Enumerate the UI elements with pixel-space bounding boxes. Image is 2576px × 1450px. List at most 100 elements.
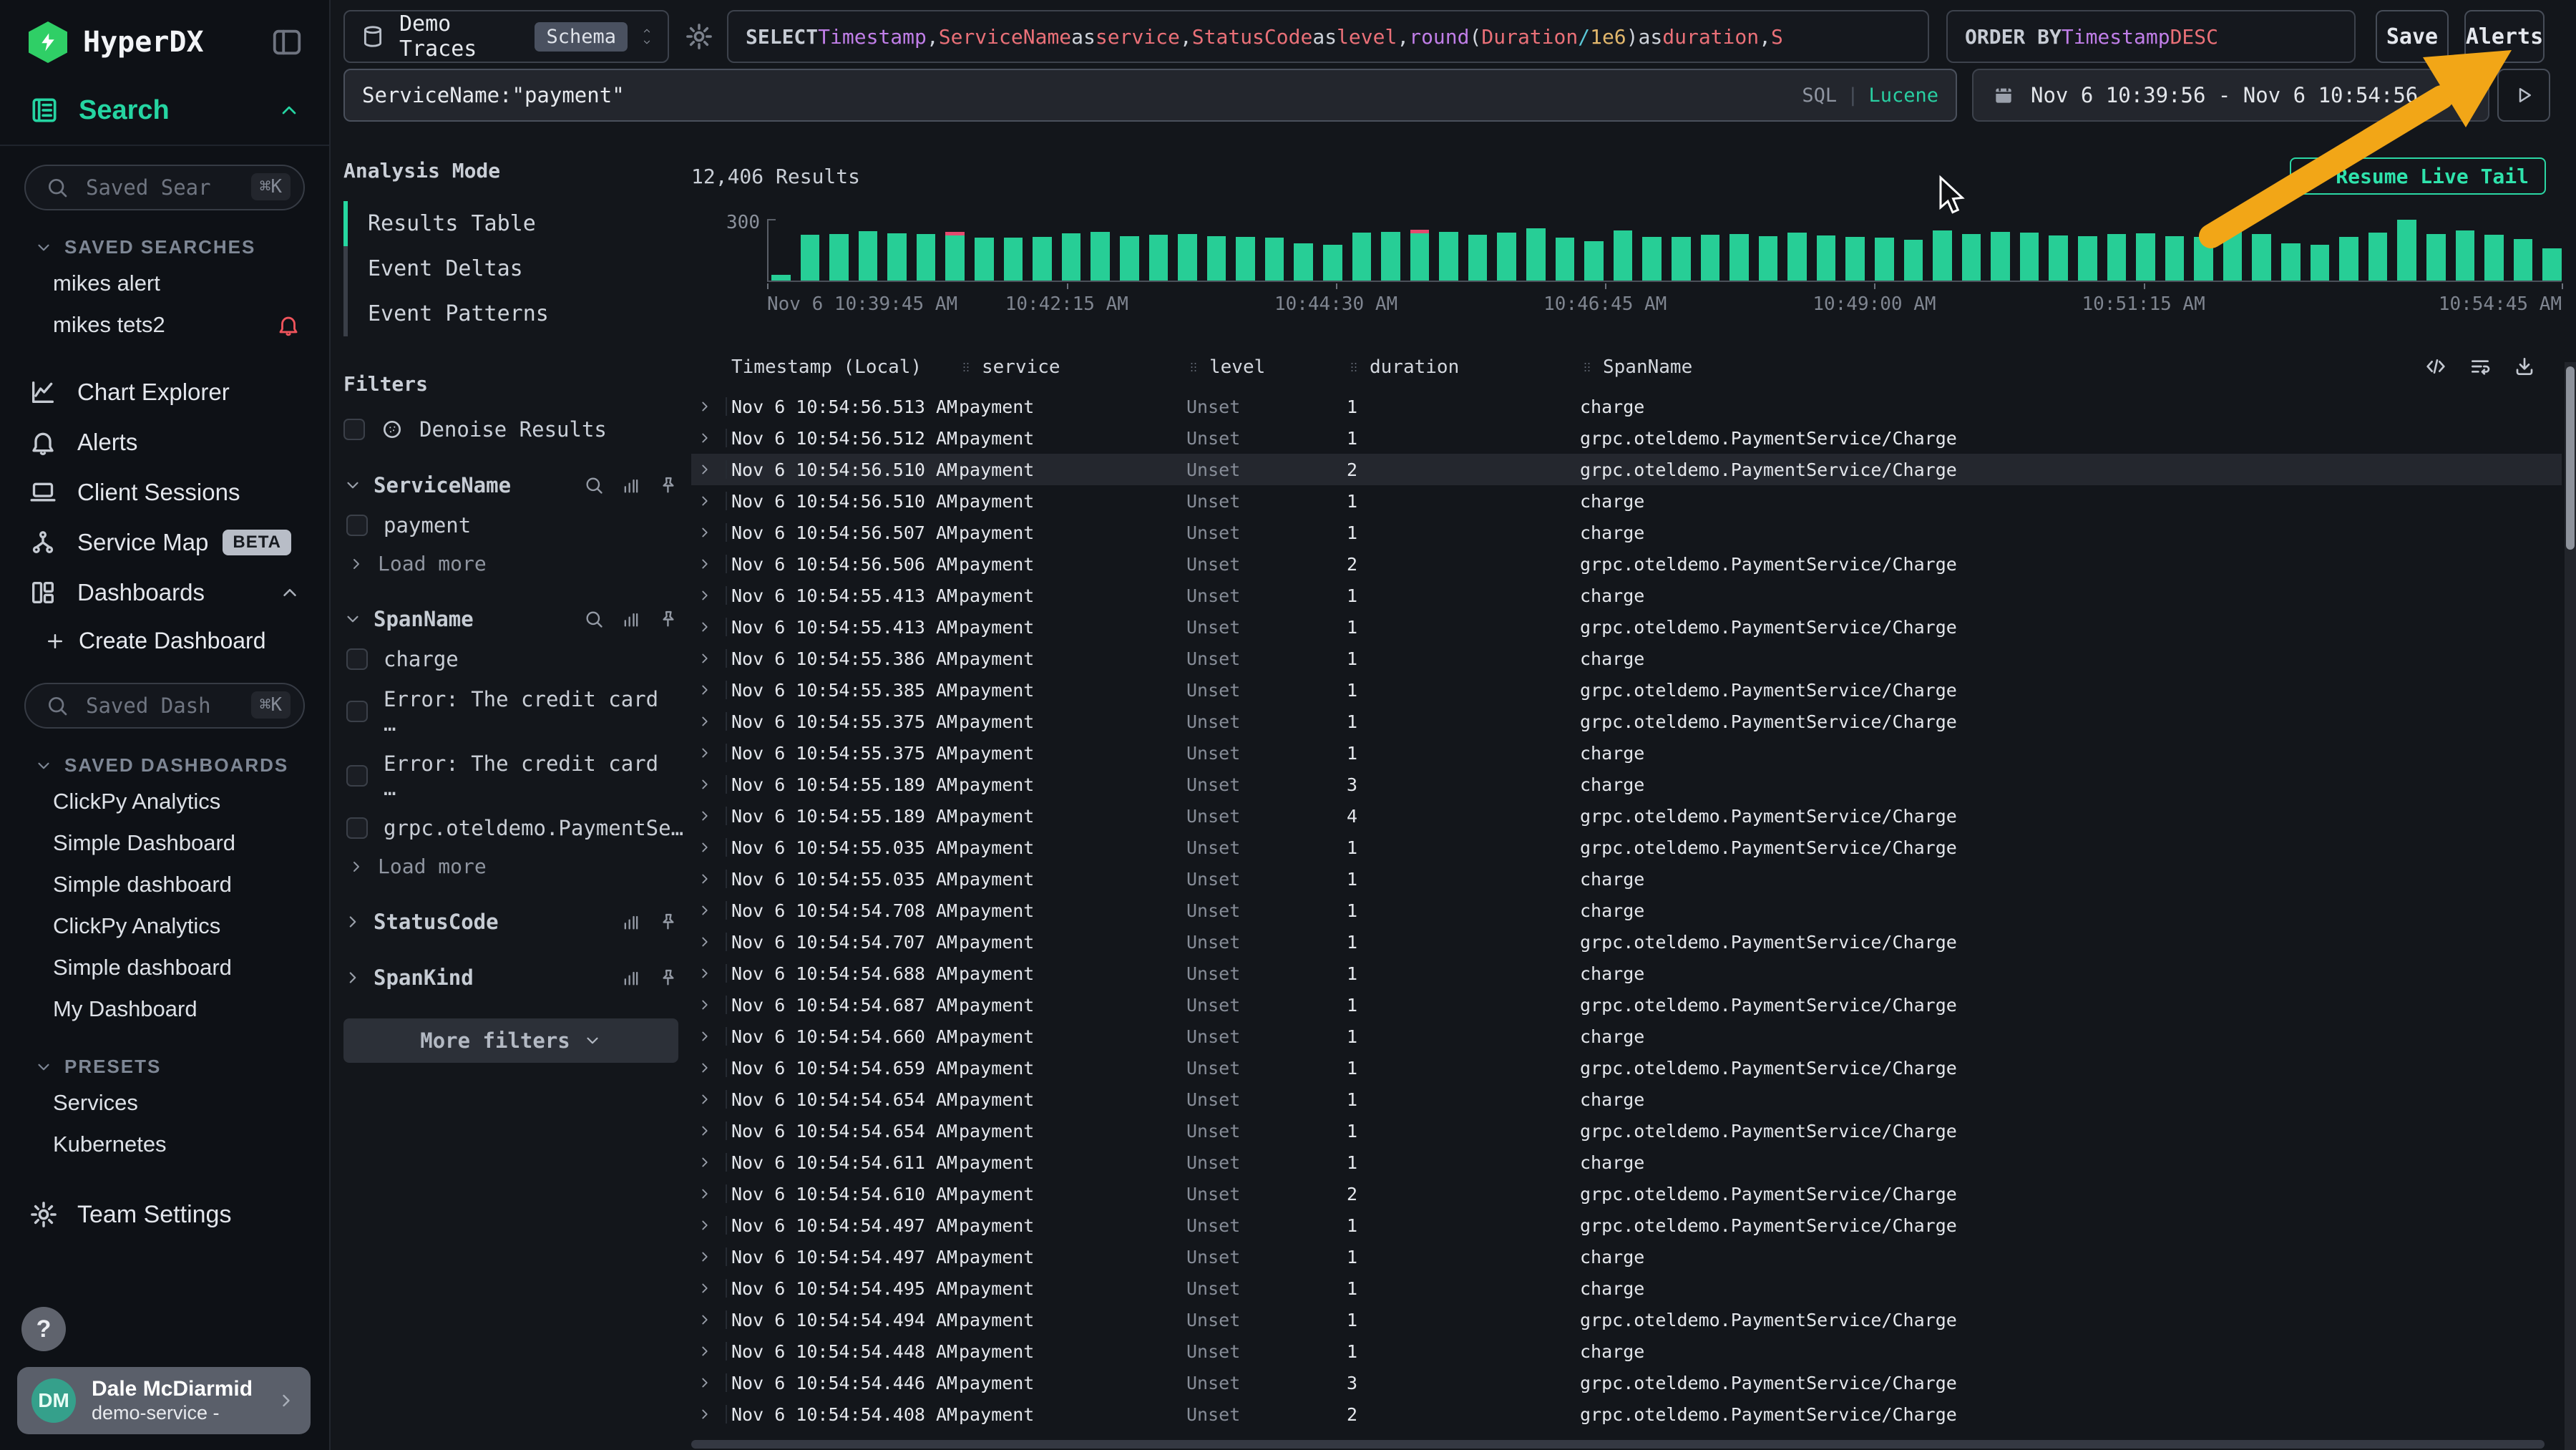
sidebar-item-search[interactable]: Search xyxy=(0,82,329,146)
row-expander[interactable] xyxy=(691,485,731,517)
order-by-editor[interactable]: ORDER BY Timestamp DESC xyxy=(1946,10,2356,63)
histogram-bar[interactable] xyxy=(1004,238,1023,281)
histogram-bar[interactable] xyxy=(1701,235,1720,281)
row-expander[interactable] xyxy=(691,1021,731,1052)
table-row[interactable]: Nov 6 10:54:54.408 AMpaymentUnset2grpc.o… xyxy=(691,1398,2562,1430)
table-row[interactable]: Nov 6 10:54:54.610 AMpaymentUnset2grpc.o… xyxy=(691,1178,2562,1210)
histogram-bar[interactable] xyxy=(1236,237,1255,281)
histogram-bar[interactable] xyxy=(2514,239,2533,281)
alerts-button[interactable]: Alerts xyxy=(2464,10,2545,63)
saved-searches-section[interactable]: SAVED SEARCHES xyxy=(34,236,329,258)
language-toggle[interactable]: SQL | Lucene xyxy=(1802,84,1938,107)
histogram-bar[interactable] xyxy=(1787,233,1807,281)
histogram-bar[interactable] xyxy=(1381,232,1400,281)
histogram-bar[interactable] xyxy=(1178,234,1197,281)
sql-select-editor[interactable]: SELECT Timestamp, ServiceName as service… xyxy=(727,10,1929,63)
filter-checkbox-item[interactable]: payment xyxy=(346,513,678,537)
sidebar-item-client-sessions[interactable]: Client Sessions xyxy=(0,467,329,517)
saved-dashboard-item[interactable]: ClickPy Analytics xyxy=(0,781,329,822)
table-row[interactable]: Nov 6 10:54:54.654 AMpaymentUnset1grpc.o… xyxy=(691,1115,2562,1147)
lang-lucene[interactable]: Lucene xyxy=(1868,84,1938,107)
table-row[interactable]: Nov 6 10:54:56.512 AMpaymentUnset1grpc.o… xyxy=(691,422,2562,454)
row-expander[interactable] xyxy=(691,863,731,895)
sidebar-item-service-map[interactable]: Service MapBETA xyxy=(0,517,329,568)
table-row[interactable]: Nov 6 10:54:55.035 AMpaymentUnset1charge xyxy=(691,863,2562,895)
row-expander[interactable] xyxy=(691,422,731,454)
histogram-bar[interactable] xyxy=(945,232,965,281)
load-more-button[interactable]: Load more xyxy=(348,552,678,575)
saved-search-item[interactable]: mikes alert xyxy=(0,263,329,304)
table-row[interactable]: Nov 6 10:54:55.385 AMpaymentUnset1grpc.o… xyxy=(691,674,2562,706)
histogram-bar[interactable] xyxy=(1962,234,1981,281)
checkbox[interactable] xyxy=(346,515,368,536)
histogram-bar[interactable] xyxy=(1265,238,1284,281)
table-row[interactable]: Nov 6 10:54:56.510 AMpaymentUnset1charge xyxy=(691,485,2562,517)
sidebar-item-alerts[interactable]: Alerts xyxy=(0,417,329,467)
row-expander[interactable] xyxy=(691,611,731,643)
run-query-button[interactable] xyxy=(2497,69,2550,122)
histogram-bar[interactable] xyxy=(1759,236,1778,281)
histogram-bar[interactable] xyxy=(2078,236,2097,281)
row-expander[interactable] xyxy=(691,454,731,485)
denoise-checkbox[interactable] xyxy=(343,419,365,440)
histogram-bar[interactable] xyxy=(1033,237,1052,281)
collapse-panel-icon[interactable] xyxy=(270,26,303,59)
histogram-bar[interactable] xyxy=(1904,240,1923,281)
row-expander[interactable] xyxy=(691,1335,731,1367)
filter-checkbox-item[interactable]: grpc.oteldemo.PaymentSe… xyxy=(346,816,678,840)
presets-section[interactable]: PRESETS xyxy=(34,1056,329,1078)
histogram-bar[interactable] xyxy=(2165,236,2185,281)
table-row[interactable]: Nov 6 10:54:55.413 AMpaymentUnset1grpc.o… xyxy=(691,611,2562,643)
histogram-bar[interactable] xyxy=(917,234,936,281)
row-expander[interactable] xyxy=(691,580,731,611)
table-row[interactable]: Nov 6 10:54:55.189 AMpaymentUnset3charge xyxy=(691,769,2562,800)
row-expander[interactable] xyxy=(691,832,731,863)
denoise-results-toggle[interactable]: Denoise Results xyxy=(343,417,678,442)
vertical-scrollbar[interactable] xyxy=(2565,362,2576,1450)
histogram-bar[interactable] xyxy=(2484,235,2504,281)
histogram-bar[interactable] xyxy=(1497,233,1516,281)
filter-group-header[interactable]: SpanKind xyxy=(343,965,678,990)
histogram-bar[interactable] xyxy=(1933,230,1952,281)
histogram-bar[interactable] xyxy=(1294,243,1313,281)
row-expander[interactable] xyxy=(691,895,731,926)
saved-dashboard-item[interactable]: Simple dashboard xyxy=(0,947,329,988)
table-row[interactable]: Nov 6 10:54:54.660 AMpaymentUnset1charge xyxy=(691,1021,2562,1052)
histogram-bar[interactable] xyxy=(2426,234,2446,281)
filter-group-header[interactable]: ServiceName xyxy=(343,473,678,497)
column-header[interactable]: duration xyxy=(1347,356,1580,378)
table-row[interactable]: Nov 6 10:54:54.707 AMpaymentUnset1grpc.o… xyxy=(691,926,2562,958)
saved-dashboard-item[interactable]: Simple dashboard xyxy=(0,864,329,905)
table-row[interactable]: Nov 6 10:54:55.375 AMpaymentUnset1grpc.o… xyxy=(691,706,2562,737)
scrollbar-thumb[interactable] xyxy=(2566,366,2575,550)
row-expander[interactable] xyxy=(691,517,731,548)
table-row[interactable]: Nov 6 10:54:54.659 AMpaymentUnset1grpc.o… xyxy=(691,1052,2562,1084)
row-expander[interactable] xyxy=(691,643,731,674)
row-expander[interactable] xyxy=(691,1052,731,1084)
histogram-bar[interactable] xyxy=(801,235,820,281)
chevron-up-icon[interactable] xyxy=(278,99,301,122)
filter-group-header[interactable]: SpanName xyxy=(343,607,678,631)
checkbox[interactable] xyxy=(346,648,368,670)
more-filters-button[interactable]: More filters xyxy=(343,1018,678,1063)
column-header[interactable]: level xyxy=(1186,356,1347,378)
table-row[interactable]: Nov 6 10:54:55.035 AMpaymentUnset1grpc.o… xyxy=(691,832,2562,863)
filter-checkbox-item[interactable]: charge xyxy=(346,647,678,671)
histogram-bar[interactable] xyxy=(1526,228,1546,281)
histogram-bar[interactable] xyxy=(1817,235,1836,281)
histogram-bar[interactable] xyxy=(1439,232,1458,281)
histogram-bar[interactable] xyxy=(1991,232,2010,281)
histogram-bar[interactable] xyxy=(2339,237,2358,281)
table-row[interactable]: Nov 6 10:54:55.189 AMpaymentUnset4grpc.o… xyxy=(691,800,2562,832)
row-expander[interactable] xyxy=(691,548,731,580)
checkbox[interactable] xyxy=(346,701,368,722)
row-expander[interactable] xyxy=(691,706,731,737)
histogram-bar[interactable] xyxy=(1468,235,1488,281)
horizontal-scrollbar[interactable] xyxy=(691,1440,2545,1449)
histogram-bar[interactable] xyxy=(2020,233,2039,281)
table-row[interactable]: Nov 6 10:54:54.708 AMpaymentUnset1charge xyxy=(691,895,2562,926)
histogram-bar[interactable] xyxy=(1149,235,1169,281)
preset-item[interactable]: Services xyxy=(0,1082,329,1124)
histogram-bar[interactable] xyxy=(1120,236,1139,281)
histogram-bar[interactable] xyxy=(1062,233,1081,281)
